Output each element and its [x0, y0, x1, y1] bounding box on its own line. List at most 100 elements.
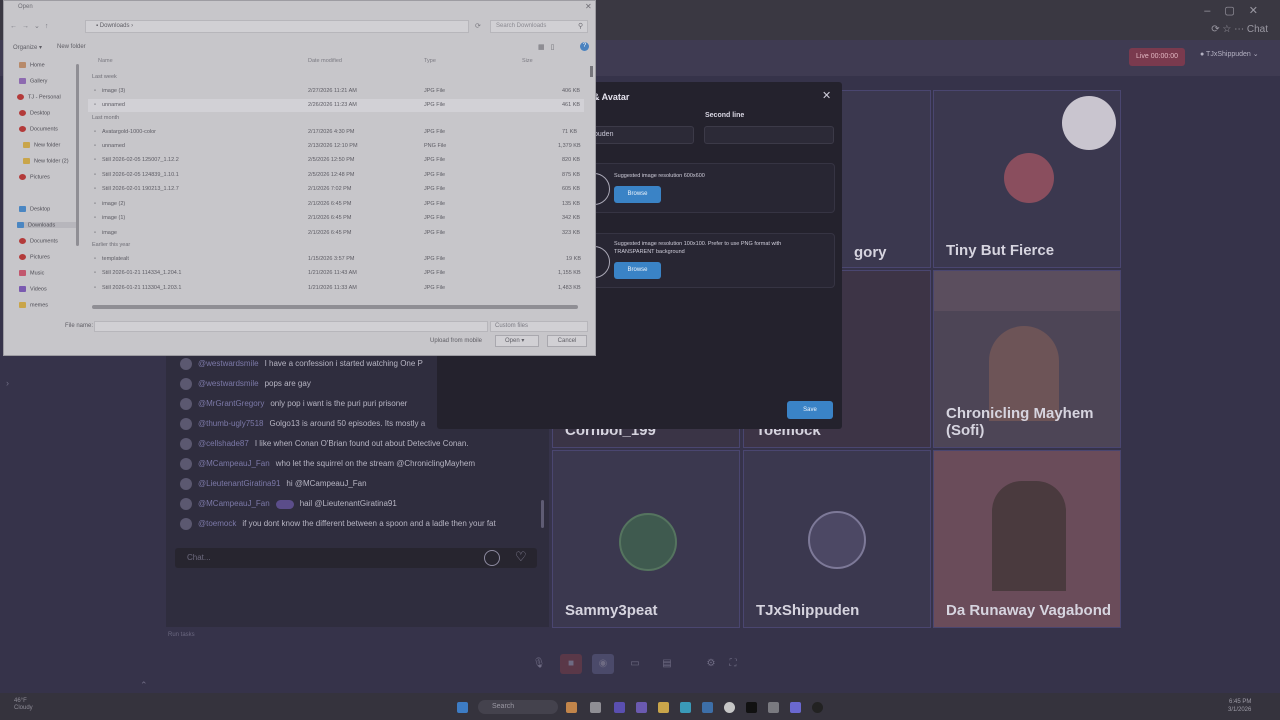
close-icon[interactable]: ✕ — [822, 89, 831, 102]
file-row[interactable]: ▫ templatealt 1/15/2026 3:57 PM JPG File 19 … — [88, 254, 584, 266]
file-row[interactable]: ▫ image 2/1/2026 6:45 PM JPG File 323 KB — [88, 228, 584, 240]
camera-icon[interactable]: ■ — [560, 654, 582, 674]
chat-extension-label[interactable]: Chat — [1247, 24, 1268, 35]
horizontal-scrollbar[interactable] — [92, 305, 578, 309]
cancel-button[interactable]: Cancel — [547, 335, 587, 347]
search-input[interactable]: Search Downloads — [490, 20, 588, 33]
file-row[interactable]: ▫ Still 2026-02-05 125007_1.12.2 2/5/2026 … — [88, 155, 584, 167]
file-list-scrollbar[interactable] — [590, 66, 593, 77]
nav-item-new-folder[interactable]: New folder — [23, 142, 60, 148]
chevron-down-icon[interactable]: ▾ — [520, 338, 524, 344]
first-line-input[interactable]: puden — [590, 126, 694, 144]
chat-username[interactable]: @westwardsmile — [198, 379, 259, 388]
screen-share-icon[interactable]: ▭ — [624, 654, 646, 674]
column-type[interactable]: Type — [424, 58, 436, 64]
video-tile[interactable]: Da Runaway Vagabond — [933, 450, 1121, 628]
obs-icon[interactable] — [812, 702, 823, 713]
nav-item-onedrive[interactable]: TJ - Personal — [17, 94, 61, 100]
chat-username[interactable]: @MCampeauJ_Fan — [198, 499, 270, 508]
chat-username[interactable]: @cellshade87 — [198, 439, 249, 448]
file-row[interactable]: ▫ image (3) 2/27/2026 11:21 AM JPG File 406 … — [88, 86, 584, 98]
chevron-up-icon[interactable]: ⌃ — [140, 680, 148, 691]
user-menu[interactable]: ● TJxShippuden ⌄ — [1200, 50, 1259, 58]
nav-item-music[interactable]: Music — [19, 270, 44, 276]
video-tile[interactable]: TJxShippuden — [743, 450, 931, 628]
save-button[interactable]: Save — [787, 401, 833, 419]
file-row[interactable]: ▫ Still 2026-01-21 114334_1.204.1 1/21/202… — [88, 268, 584, 280]
chat-input[interactable]: Chat... — [175, 548, 537, 568]
file-name-input[interactable] — [94, 321, 488, 332]
nav-item-desktop[interactable]: Desktop — [19, 110, 50, 116]
nav-item-pictures[interactable]: Pictures — [19, 174, 50, 180]
edge-icon[interactable] — [680, 702, 691, 713]
nav-arrows[interactable]: ←→⌄↑ — [10, 22, 53, 30]
browse-avatar-button[interactable]: Browse — [614, 186, 661, 203]
chevron-right-icon[interactable]: › — [6, 378, 9, 388]
group-header[interactable]: Last month — [92, 115, 119, 121]
share-icon[interactable]: ◉ — [592, 654, 614, 674]
chat-username[interactable]: @LieutenantGiratina91 — [198, 479, 280, 488]
teams-icon[interactable] — [636, 702, 647, 713]
word-icon[interactable] — [702, 702, 713, 713]
address-bar[interactable]: ▪ Downloads › — [85, 20, 469, 33]
open-button[interactable]: Open ▾ — [495, 335, 539, 347]
nav-item-new-folder-2[interactable]: New folder (2) — [23, 158, 69, 164]
file-row[interactable]: ▫ Still 2026-02-05 124839_1.10.1 2/5/2026 … — [88, 170, 584, 182]
refresh-icon[interactable]: ⟳ — [475, 22, 481, 30]
nav-item-desktop-quick[interactable]: Desktop — [19, 206, 50, 212]
new-folder-button[interactable]: New folder — [57, 44, 86, 50]
file-row[interactable]: ▫ image (1) 2/1/2026 6:45 PM JPG File 342 KB — [88, 213, 584, 225]
nav-scrollbar[interactable] — [76, 64, 79, 246]
browser-toolbar-icons[interactable]: ⟳ ☆ ⋯ Chat — [1211, 24, 1268, 35]
folder-icon[interactable] — [658, 702, 669, 713]
nav-item-videos[interactable]: Videos — [19, 286, 47, 292]
chat-scrollbar[interactable] — [541, 500, 544, 528]
nav-item-home[interactable]: Home — [19, 62, 45, 68]
app-icon[interactable] — [566, 702, 577, 713]
video-tile[interactable]: Sammy3peat — [552, 450, 740, 628]
heart-icon[interactable]: ♡ — [515, 549, 527, 565]
video-tile[interactable]: Tiny But Fierce — [933, 90, 1121, 268]
notion-icon[interactable] — [746, 702, 757, 713]
chat-username[interactable]: @westwardsmile — [198, 359, 259, 368]
chat-username[interactable]: @thumb-ugly7518 — [198, 419, 264, 428]
group-header[interactable]: Last week — [92, 74, 117, 80]
chat-username[interactable]: @MCampeauJ_Fan — [198, 459, 270, 468]
nav-item-pictures-quick[interactable]: Pictures — [19, 254, 50, 260]
nav-item-documents[interactable]: Documents — [19, 126, 58, 132]
chrome-icon[interactable] — [724, 702, 735, 713]
windows-start-icon[interactable] — [457, 702, 468, 713]
chat-username[interactable]: @MrGrantGregory — [198, 399, 264, 408]
emoji-icon[interactable] — [484, 550, 500, 566]
nav-item-documents-quick[interactable]: Documents — [19, 238, 58, 244]
nav-item-gallery[interactable]: Gallery — [19, 78, 47, 84]
column-date[interactable]: Date modified — [308, 58, 342, 64]
second-line-input[interactable] — [704, 126, 834, 144]
column-name[interactable]: Name — [98, 58, 113, 64]
microphone-icon[interactable]: 🎙 — [528, 654, 550, 674]
upload-from-mobile-button[interactable]: Upload from mobile — [430, 338, 482, 344]
taskbar-search[interactable]: Search — [478, 700, 558, 714]
search-icon[interactable]: ⚲ — [578, 22, 583, 30]
organize-button[interactable]: Organize ▾ — [13, 44, 42, 51]
chat-username[interactable]: @toemock — [198, 519, 236, 528]
breadcrumb[interactable]: Downloads › — [100, 23, 133, 29]
file-row[interactable]: ▫ Still 2026-01-21 113304_1.203.1 1/21/202… — [88, 283, 584, 295]
app-icon[interactable] — [768, 702, 779, 713]
discord-icon[interactable] — [790, 702, 801, 713]
close-icon[interactable]: ✕ — [585, 2, 592, 11]
nav-item-memes[interactable]: memes — [19, 302, 48, 308]
layout-icon[interactable]: ▤ — [656, 654, 678, 674]
file-row[interactable]: ▫ unnamed 2/26/2026 11:23 AM JPG File 461 KB — [88, 100, 584, 112]
group-header[interactable]: Earlier this year — [92, 242, 130, 248]
file-row[interactable]: ▫ Avatargold-1000-color 2/17/2026 4:30 PM J… — [88, 127, 584, 139]
file-row[interactable]: ▫ Still 2026-02-01 190213_1.12.7 2/1/2026 … — [88, 184, 584, 196]
clock[interactable]: 6:45 PM 3/1/2026 — [1228, 698, 1251, 714]
gear-icon[interactable]: ⚙ — [700, 654, 722, 674]
column-size[interactable]: Size — [522, 58, 533, 64]
file-row[interactable]: ▫ image (2) 2/1/2026 6:45 PM JPG File 135 KB — [88, 199, 584, 211]
nav-item-downloads[interactable]: Downloads — [17, 222, 79, 229]
window-controls[interactable]: –▢✕ — [1204, 4, 1272, 17]
run-tasks-toggle[interactable]: Run tasks — [168, 632, 195, 638]
file-type-select[interactable]: Custom files — [490, 321, 588, 332]
